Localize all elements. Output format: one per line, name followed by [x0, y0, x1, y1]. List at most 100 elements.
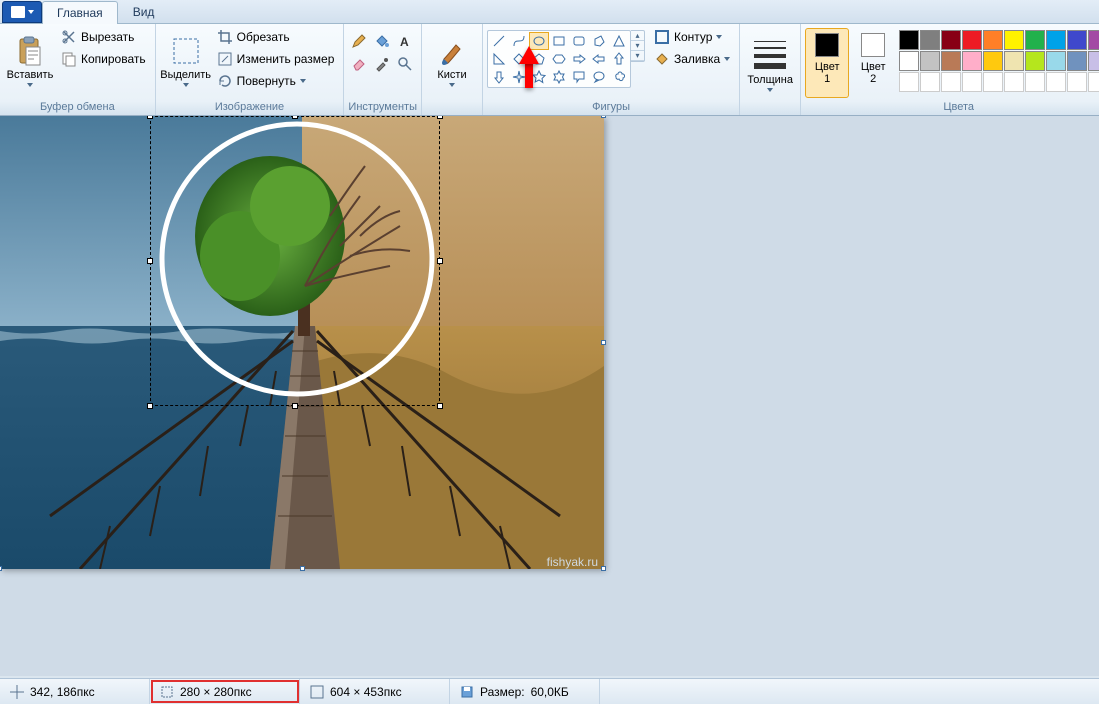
shape-hexagon[interactable]: [549, 50, 569, 68]
shape-arrow-d[interactable]: [489, 68, 509, 86]
selection-handle[interactable]: [147, 116, 153, 119]
cut-button[interactable]: Вырезать: [56, 26, 151, 48]
shape-star4[interactable]: [509, 68, 529, 86]
selection-handle[interactable]: [437, 116, 443, 119]
crop-label: Обрезать: [237, 30, 290, 44]
palette-swatch-empty[interactable]: [1046, 72, 1066, 92]
shape-rtriangle[interactable]: [489, 50, 509, 68]
shape-star5[interactable]: [529, 68, 549, 86]
thickness-button[interactable]: Толщина: [744, 26, 796, 96]
shapes-gallery[interactable]: [487, 30, 631, 88]
eraser-tool[interactable]: [348, 53, 370, 75]
copy-button[interactable]: Копировать: [56, 48, 151, 70]
palette-swatch[interactable]: [941, 51, 961, 71]
shape-callout-cloud[interactable]: [609, 68, 629, 86]
rotate-icon: [217, 73, 233, 89]
palette-swatch-empty[interactable]: [983, 72, 1003, 92]
palette-swatch-empty[interactable]: [920, 72, 940, 92]
palette-swatch[interactable]: [1046, 30, 1066, 50]
outline-button[interactable]: Контур: [649, 26, 735, 48]
palette-swatch[interactable]: [1067, 51, 1087, 71]
selection-box[interactable]: [150, 116, 440, 406]
shape-arrow-r[interactable]: [569, 50, 589, 68]
canvas-handle[interactable]: [601, 116, 606, 118]
color1-button[interactable]: Цвет 1: [805, 28, 849, 98]
shape-triangle[interactable]: [609, 32, 629, 50]
palette-swatch[interactable]: [1004, 51, 1024, 71]
resize-button[interactable]: Изменить размер: [212, 48, 340, 70]
selection-handle[interactable]: [292, 403, 298, 409]
shape-callout-rect[interactable]: [569, 68, 589, 86]
palette-swatch-empty[interactable]: [1088, 72, 1099, 92]
group-clipboard: Вставить Вырезать Копировать Буфер обмен…: [0, 24, 156, 115]
shape-curve[interactable]: [509, 32, 529, 50]
palette-swatch[interactable]: [962, 30, 982, 50]
selection-handle[interactable]: [147, 258, 153, 264]
thickness-label: Толщина: [747, 74, 793, 86]
scissors-icon: [61, 29, 77, 45]
palette-swatch[interactable]: [983, 30, 1003, 50]
canvas-handle[interactable]: [601, 566, 606, 571]
palette-swatch[interactable]: [1067, 30, 1087, 50]
tab-main[interactable]: Главная: [42, 1, 118, 24]
shape-rect[interactable]: [549, 32, 569, 50]
shapes-expand[interactable]: ▴ ▾ ▾: [631, 30, 645, 62]
rotate-button[interactable]: Повернуть: [212, 70, 340, 92]
shape-callout-oval[interactable]: [589, 68, 609, 86]
selection-handle[interactable]: [147, 403, 153, 409]
palette-swatch-empty[interactable]: [899, 72, 919, 92]
color2-button[interactable]: Цвет 2: [851, 28, 895, 98]
palette-swatch-empty[interactable]: [941, 72, 961, 92]
canvas-handle[interactable]: [601, 340, 606, 345]
shape-arrow-u[interactable]: [609, 50, 629, 68]
palette-swatch-empty[interactable]: [962, 72, 982, 92]
palette-swatch[interactable]: [983, 51, 1003, 71]
palette-swatch-empty[interactable]: [1025, 72, 1045, 92]
palette-swatch[interactable]: [1088, 51, 1099, 71]
ribbon: Вставить Вырезать Копировать Буфер обмен…: [0, 24, 1099, 116]
magnifier-icon: [397, 56, 413, 72]
zoom-tool[interactable]: [394, 53, 416, 75]
shape-roundrect[interactable]: [569, 32, 589, 50]
select-button[interactable]: Выделить: [160, 26, 212, 96]
palette-swatch[interactable]: [899, 30, 919, 50]
text-tool[interactable]: A: [394, 30, 416, 52]
palette-swatch[interactable]: [1025, 51, 1045, 71]
palette-swatch[interactable]: [1046, 51, 1066, 71]
shape-line[interactable]: [489, 32, 509, 50]
palette-swatch-empty[interactable]: [1004, 72, 1024, 92]
crop-button[interactable]: Обрезать: [212, 26, 340, 48]
shape-arrow-l[interactable]: [589, 50, 609, 68]
app-menu-button[interactable]: [2, 1, 42, 23]
palette-swatch[interactable]: [1025, 30, 1045, 50]
selection-handle[interactable]: [292, 116, 298, 119]
shape-star6[interactable]: [549, 68, 569, 86]
canvas-handle[interactable]: [300, 566, 305, 571]
tab-view[interactable]: Вид: [118, 0, 170, 23]
paste-button[interactable]: Вставить: [4, 26, 56, 96]
palette-swatch[interactable]: [941, 30, 961, 50]
palette-swatch[interactable]: [962, 51, 982, 71]
selection-handle[interactable]: [437, 258, 443, 264]
paste-icon: [14, 35, 46, 67]
palette-swatch[interactable]: [899, 51, 919, 71]
canvas-workarea[interactable]: fishyak.ru: [0, 116, 1099, 676]
shape-oval[interactable]: [529, 32, 549, 50]
palette-swatch[interactable]: [920, 30, 940, 50]
fill-button[interactable]: Заливка: [649, 48, 735, 70]
pencil-tool[interactable]: [348, 30, 370, 52]
status-canvas-size: 604 × 453пкс: [300, 679, 450, 704]
shape-polygon[interactable]: [589, 32, 609, 50]
fill-tool[interactable]: [371, 30, 393, 52]
picker-tool[interactable]: [371, 53, 393, 75]
selection-handle[interactable]: [437, 403, 443, 409]
canvas-handle[interactable]: [0, 566, 2, 571]
palette-swatch[interactable]: [1088, 30, 1099, 50]
palette-swatch-empty[interactable]: [1067, 72, 1087, 92]
shape-diamond[interactable]: [509, 50, 529, 68]
palette-swatch[interactable]: [920, 51, 940, 71]
brushes-button[interactable]: Кисти: [426, 26, 478, 96]
shape-pentagon[interactable]: [529, 50, 549, 68]
eyedropper-icon: [374, 56, 390, 72]
palette-swatch[interactable]: [1004, 30, 1024, 50]
